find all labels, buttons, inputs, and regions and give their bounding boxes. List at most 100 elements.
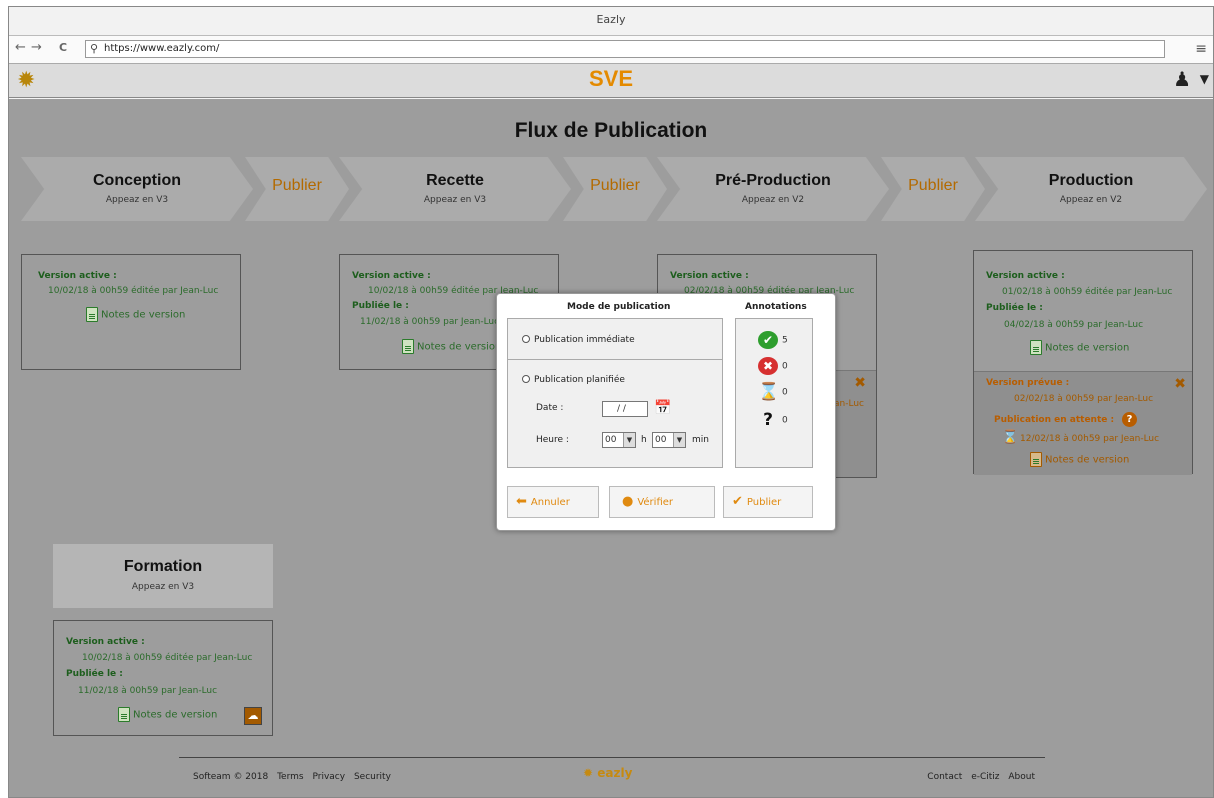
release-notes-label: Notes de version	[1045, 454, 1130, 466]
security-link[interactable]: Security	[354, 772, 391, 782]
annotations-box: ✔ 5 ✖ 0 ⌛ 0 ? 0	[735, 318, 813, 468]
release-notes-link[interactable]: Notes de version	[86, 307, 185, 322]
publier-label: Publier	[590, 177, 640, 194]
calendar-icon[interactable]: 📅	[654, 400, 671, 416]
menu-icon[interactable]: ≡	[1195, 41, 1207, 57]
date-input[interactable]: / /	[602, 401, 648, 417]
document-icon	[86, 307, 98, 322]
stage-conception[interactable]: Conception Appeaz en V3	[21, 157, 253, 221]
back-icon[interactable]: ←	[15, 40, 26, 55]
app-title: SVE	[588, 66, 634, 91]
publication-mode-box: Publication immédiate Publication planif…	[507, 318, 723, 468]
stage-subtitle: Appeaz en V3	[423, 195, 487, 205]
address-input[interactable]: ⚲ https://www.eazly.com/	[85, 40, 1165, 58]
release-notes-label: Notes de version	[417, 341, 502, 353]
close-icon[interactable]: ✖	[1174, 376, 1186, 392]
hourglass-icon: ⌛	[1002, 430, 1019, 445]
option-immediate[interactable]: Publication immédiate	[522, 335, 635, 345]
hour-unit: h	[641, 435, 647, 445]
forward-icon[interactable]: →	[31, 40, 42, 55]
contact-link[interactable]: Contact	[927, 772, 962, 782]
stage-name: Conception	[93, 172, 181, 189]
radio-immediate[interactable]	[522, 335, 530, 343]
publier-step-1[interactable]: Publier	[245, 157, 349, 221]
annotation-count: 5	[782, 335, 788, 346]
stage-formation[interactable]: Formation Appeaz en V3	[53, 544, 273, 608]
verify-label: Vérifier	[637, 497, 674, 508]
published-label: Publiée le :	[352, 301, 409, 311]
upload-cloud-icon[interactable]: ☁	[244, 707, 262, 725]
release-notes-label: Notes de version	[1045, 342, 1130, 354]
help-icon[interactable]: ?	[1122, 412, 1137, 427]
verify-button[interactable]: ● Vérifier	[609, 486, 715, 518]
footer: Softeam © 2018 Terms Privacy Security ✹ …	[179, 757, 1045, 797]
active-version-label: Version active :	[38, 271, 117, 281]
minute-select[interactable]: 00 ▼	[652, 432, 686, 448]
close-icon[interactable]: ✖	[854, 375, 866, 391]
active-version-label: Version active :	[670, 271, 749, 281]
chevron-down-icon[interactable]: ▼	[1200, 72, 1209, 86]
reload-icon[interactable]: C	[59, 41, 67, 54]
user-icon[interactable]: ♟	[1173, 67, 1191, 91]
mode-header: Mode de publication	[567, 302, 671, 312]
active-version-value: 01/02/18 à 00h59 éditée par Jean-Luc	[1002, 287, 1173, 297]
copyright: Softeam © 2018	[193, 772, 269, 782]
published-value: 11/02/18 à 00h59 par Jean-Luc	[78, 686, 218, 696]
footer-logo-text: eazly	[597, 766, 633, 780]
stage-recette[interactable]: Recette Appeaz en V3	[339, 157, 571, 221]
release-notes-link[interactable]: Notes de version	[1030, 340, 1129, 355]
annotation-rejected: ✖ 0	[758, 357, 788, 375]
active-version-label: Version active :	[352, 271, 431, 281]
stage-subtitle: Appeaz en V2	[741, 195, 805, 205]
release-notes-link[interactable]: Notes de version	[402, 339, 501, 354]
stage-name: Recette	[426, 172, 484, 189]
time-label: Heure :	[536, 435, 569, 445]
planned-release-notes-link[interactable]: Notes de version	[1030, 452, 1129, 467]
stage-name: Formation	[123, 558, 203, 575]
publish-label: Publier	[746, 497, 782, 508]
app-header: ✹ SVE ♟ ▼	[9, 64, 1213, 98]
ecitiz-link[interactable]: e-Citiz	[971, 772, 999, 782]
planned-label: Version prévue :	[986, 378, 1070, 388]
active-version-label: Version active :	[986, 271, 1065, 281]
annotation-count: 0	[782, 361, 788, 372]
url-bar: ← → C ⚲ https://www.eazly.com/ ≡	[9, 36, 1213, 64]
publication-pipeline: Conception Appeaz en V3 Publier Recette …	[9, 157, 1213, 221]
publier-step-3[interactable]: Publier	[881, 157, 985, 221]
release-notes-link[interactable]: Notes de version	[118, 707, 217, 722]
planned-version-section: Version prévue : ✖ 02/02/18 à 00h59 par …	[974, 371, 1192, 475]
stage-preproduction[interactable]: Pré-Production Appeaz en V2	[657, 157, 889, 221]
publish-button[interactable]: ✔ Publier	[723, 486, 813, 518]
annotation-count: 0	[782, 415, 788, 426]
release-notes-label: Notes de version	[133, 709, 218, 721]
privacy-link[interactable]: Privacy	[312, 772, 345, 782]
about-link[interactable]: About	[1008, 772, 1035, 782]
annotation-approved: ✔ 5	[758, 331, 788, 349]
terms-link[interactable]: Terms	[277, 772, 304, 782]
option-immediate-label: Publication immédiate	[534, 335, 635, 345]
cancel-label: Annuler	[530, 497, 570, 508]
publier-step-2[interactable]: Publier	[563, 157, 667, 221]
hour-select[interactable]: 00 ▼	[602, 432, 636, 448]
page-title: Flux de Publication	[514, 119, 708, 142]
search-icon: ⚲	[90, 42, 99, 55]
chevron-down-icon: ▼	[623, 433, 635, 447]
document-icon	[1030, 340, 1042, 355]
option-planned[interactable]: Publication planifiée	[522, 375, 625, 385]
stage-production[interactable]: Production Appeaz en V2	[975, 157, 1207, 221]
document-icon	[402, 339, 414, 354]
stage-subtitle: Appeaz en V3	[131, 582, 195, 592]
planned-value-fragment: an-Luc	[834, 399, 864, 409]
stage-name: Production	[1048, 172, 1134, 189]
footer-logo[interactable]: ✹ eazly	[583, 766, 632, 780]
hourglass-icon: ⌛	[758, 382, 780, 402]
hour-value: 00	[605, 435, 617, 445]
pending-label: Publication en attente :	[994, 415, 1115, 425]
x-circle-icon: ✖	[758, 357, 778, 375]
cancel-button[interactable]: ⬅ Annuler	[507, 486, 599, 518]
published-value: 04/02/18 à 00h59 par Jean-Luc	[1004, 320, 1144, 330]
pending-value: 12/02/18 à 00h59 par Jean-Luc	[1020, 434, 1160, 444]
publier-label: Publier	[272, 177, 322, 194]
radio-planned[interactable]	[522, 375, 530, 383]
minute-unit: min	[692, 435, 709, 445]
